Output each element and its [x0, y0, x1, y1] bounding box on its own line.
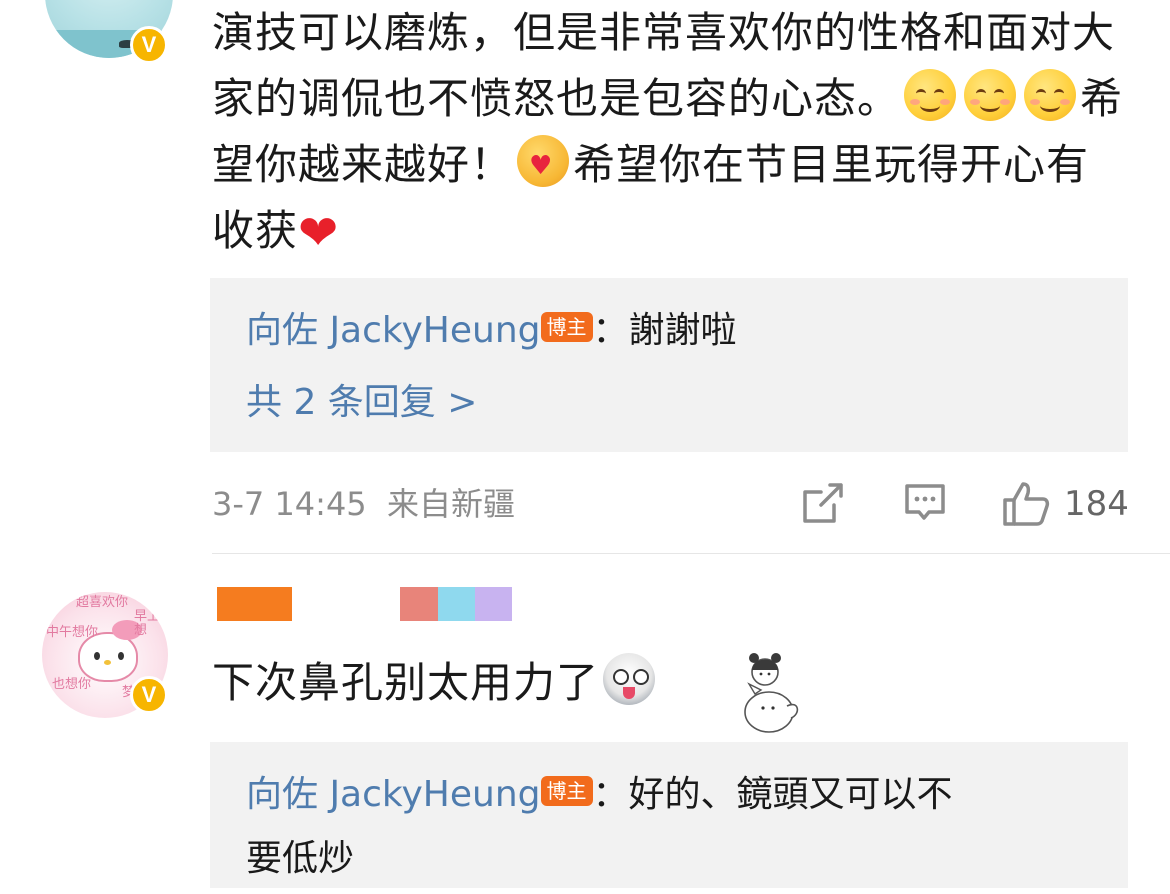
smile-emoji-icon	[964, 69, 1017, 121]
blogger-badge: 博主	[540, 312, 593, 342]
avatar-scribble: 早上想	[134, 609, 161, 638]
avatar-scribble: 超喜欢你	[76, 595, 129, 610]
comment-divider	[212, 553, 1170, 554]
like-count: 184	[1064, 484, 1129, 524]
comment-button[interactable]	[903, 480, 947, 528]
reply-text: ：好的、鏡頭又可以不	[592, 774, 953, 815]
reply-box-1[interactable]: 向佐 JackyHeung 博主 ：謝謝啦 共 2 条回复 >	[210, 278, 1128, 452]
share-icon	[803, 483, 843, 523]
username-color-block[interactable]	[400, 587, 438, 621]
like-icon	[1003, 482, 1050, 526]
verified-badge-1: V	[130, 26, 168, 64]
comment-text-2: 下次鼻孔别太用力了	[212, 658, 600, 707]
avatar-scribble: 中午想你	[46, 625, 99, 640]
reply-author-link[interactable]: 向佐 JackyHeung	[246, 310, 541, 351]
reply-line-2: 向佐 JackyHeung 博主 ：好的、鏡頭又可以不	[246, 760, 953, 830]
reply-line-1: 向佐 JackyHeung 博主 ：謝謝啦	[246, 296, 737, 366]
reply-box-2[interactable]: 向佐 JackyHeung 博主 ：好的、鏡頭又可以不 要低炒	[210, 742, 1128, 888]
smile-emoji-icon	[1024, 69, 1077, 121]
verified-badge-2: V	[130, 676, 168, 714]
comment-meta-1: 3-7 14:45 来自新疆	[212, 480, 515, 528]
red-heart-icon: ❤	[298, 205, 340, 261]
smile-emoji-icon	[904, 69, 957, 121]
hug-emoji-icon: ♥	[517, 135, 570, 187]
comment-location: 来自新疆	[387, 485, 516, 523]
comment-body-1: 演技可以磨炼，但是非常喜欢你的性格和面对大家的调侃也不愤怒也是包容的心态。 希望你…	[212, 0, 1132, 266]
comment-timestamp: 3-7 14:45	[212, 485, 367, 523]
comment-icon	[905, 484, 945, 520]
husky-emoji-icon	[603, 653, 656, 705]
reply-text: ：謝謝啦	[592, 310, 737, 351]
reply-author-link[interactable]: 向佐 JackyHeung	[246, 774, 541, 815]
blogger-badge: 博主	[540, 776, 593, 806]
username-color-block[interactable]	[438, 587, 475, 621]
avatar-scribble: 也想你	[52, 677, 92, 692]
reply-text-continued: 要低炒	[246, 838, 355, 879]
more-replies-link[interactable]: 共 2 条回复 >	[246, 368, 477, 438]
share-button[interactable]	[800, 480, 846, 528]
username-color-block[interactable]	[475, 587, 512, 621]
comment-body-2: 下次鼻孔别太用力了	[212, 650, 732, 716]
like-button[interactable]	[1001, 480, 1051, 528]
girl-cat-sticker-icon	[744, 653, 799, 733]
username-color-block[interactable]	[217, 587, 292, 621]
